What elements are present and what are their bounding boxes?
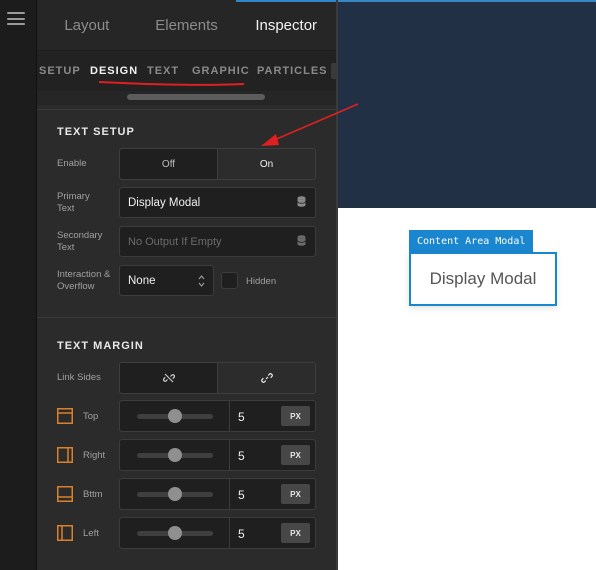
annotation-overlay <box>98 81 359 146</box>
annotation-underline <box>98 81 245 86</box>
annotation-arrow-line <box>271 103 359 142</box>
annotation-arrowhead <box>261 134 279 146</box>
